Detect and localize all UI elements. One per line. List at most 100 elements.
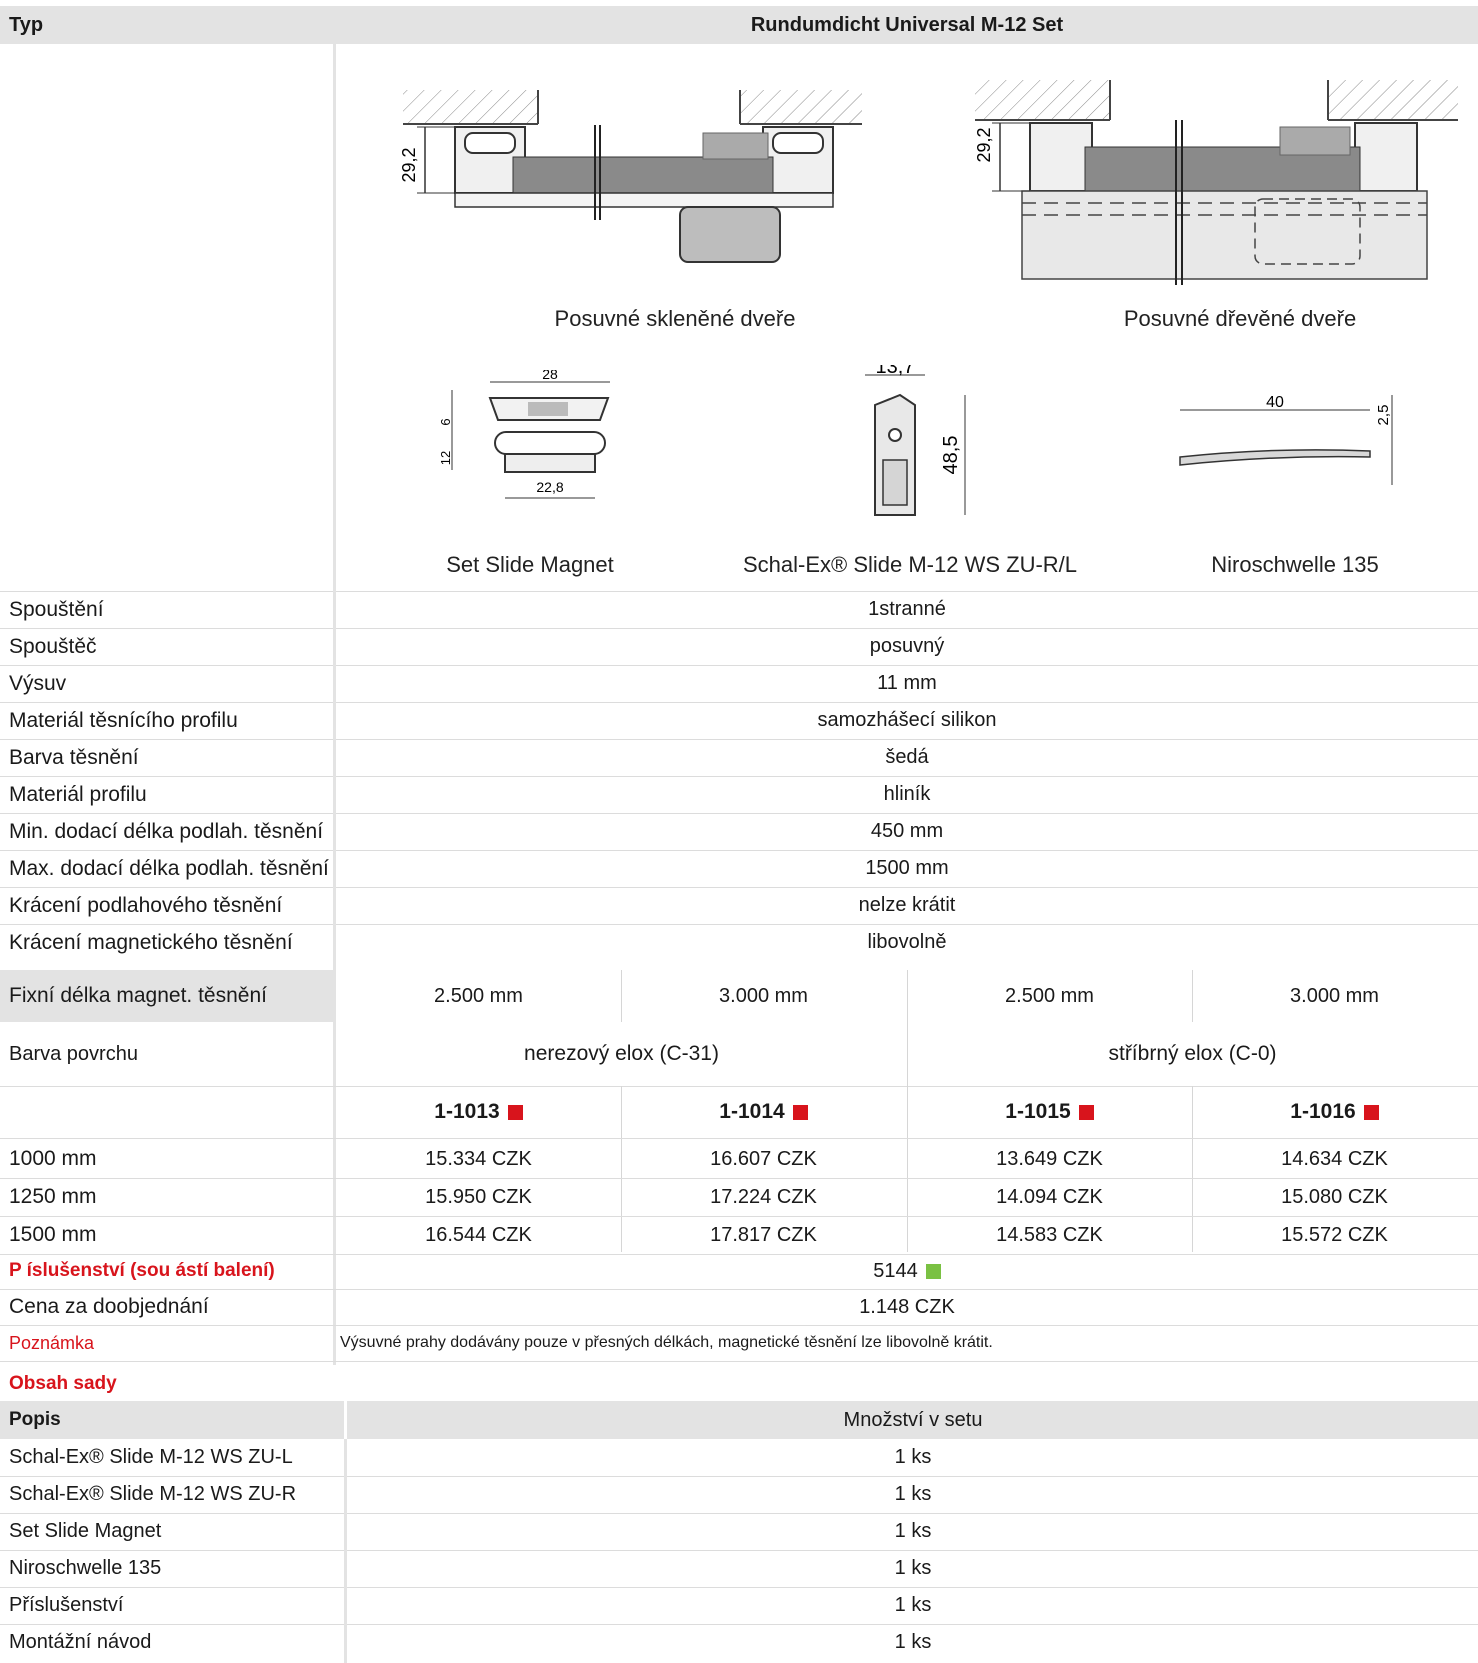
set-item-label: Příslušenství [9,1594,124,1616]
spec-label: Krácení magnetického těsnění [9,930,293,954]
spec-label: Krácení podlahového těsnění [9,893,283,917]
set-item-quantity: 1 ks [894,1631,932,1653]
note-label: Poznámka [9,1332,95,1353]
set-item-quantity: 1 ks [894,1446,932,1468]
caption-magnet: Set Slide Magnet [446,552,614,577]
set-item-label: Schal-Ex® Slide M-12 WS ZU-R [9,1483,297,1505]
dim-29-wood: 29,2 [974,127,994,162]
set-header-quantity: Množství v setu [843,1408,983,1431]
dim-28: 28 [542,370,558,382]
article-number-cell: 1-1016 [1192,1086,1477,1138]
red-square-icon [792,1104,808,1120]
price-value: 14.583 CZK [996,1223,1103,1246]
price-value: 13.649 CZK [996,1147,1103,1170]
accessory-number: 5144 [873,1259,918,1282]
red-square-icon [507,1104,523,1120]
article-number: 1-1014 [719,1100,785,1123]
price-length-label: 1500 mm [9,1223,97,1246]
spec-value: šedá [885,746,929,768]
price-value: 16.544 CZK [425,1223,532,1246]
column-divider [1192,970,1193,1022]
dim-13-7: 13,7 [876,365,915,378]
article-number: 1-1013 [434,1100,500,1123]
caption-niro: Niroschwelle 135 [1211,552,1379,577]
price-value: 15.950 CZK [425,1185,532,1208]
price-value: 16.607 CZK [710,1147,817,1170]
surface-label: Barva povrchu [9,1042,138,1065]
spec-value: libovolně [867,931,947,953]
set-column-separator [344,1401,347,1439]
spec-label: Materiál těsnícího profilu [9,708,238,732]
price-value: 14.634 CZK [1281,1147,1388,1170]
row-divider [0,1138,1478,1139]
spec-label: Materiál profilu [9,782,147,806]
price-value: 15.572 CZK [1281,1223,1388,1246]
set-header-description: Popis [9,1409,61,1430]
fixed-length-label: Fixní délka magnet. těsnění [0,970,333,1022]
spec-value: posuvný [869,635,945,657]
set-item-label: Schal-Ex® Slide M-12 WS ZU-L [9,1446,293,1468]
article-number-cell: 1-1014 [621,1086,906,1138]
red-square-icon [1078,1104,1094,1120]
dim-40: 40 [1266,394,1284,411]
caption-wood-door: Posuvné dřevěné dveře [1123,306,1357,331]
magnet-drawing: 28 6 12 22,8 [440,370,610,499]
schalex-drawing: 13,7 48,5 [865,365,966,516]
reorder-label: Cena za doobjednání [9,1295,209,1318]
reorder-value: 1.148 CZK [859,1295,955,1318]
dim-12: 12 [440,451,453,465]
price-value: 14.094 CZK [996,1185,1103,1208]
set-item-quantity: 1 ks [894,1594,932,1616]
spec-value: hliník [883,783,931,805]
dim-48-5: 48,5 [940,436,962,475]
spec-column-separator [333,591,336,970]
set-title: Obsah sady [9,1373,117,1394]
dim-29-glass: 29,2 [399,147,419,182]
article-number-cell: 1-1013 [336,1086,621,1138]
price-value: 17.224 CZK [710,1185,817,1208]
dim-6: 6 [440,418,453,425]
column-divider [907,970,908,1022]
spec-label: Výsuv [9,671,67,695]
price-value: 17.817 CZK [710,1223,817,1246]
header-product: Rundumdicht Universal M-12 Set [750,13,1064,36]
spec-label: Spouštění [9,597,104,621]
set-item-quantity: 1 ks [894,1557,932,1579]
column-divider [621,970,622,1022]
article-number: 1-1016 [1290,1100,1356,1123]
set-item-quantity: 1 ks [894,1483,932,1505]
set-item-label: Set Slide Magnet [9,1520,162,1542]
spec-label: Barva těsnění [9,745,139,769]
dim-2-5: 2,5 [1375,405,1392,426]
article-number-cell: 1-1015 [907,1086,1192,1138]
spec-label: Spouštěč [9,634,97,658]
column-separator [333,6,336,591]
spec-label: Min. dodací délka podlah. těsnění [9,819,324,843]
fixed-length-value: 3.000 mm [719,984,808,1007]
glass-door-drawing: 29,2 [399,90,862,263]
spec-value: nelze krátit [858,894,956,916]
spec-value: 1stranné [868,598,946,620]
spec-value: samozhášecí silikon [817,709,997,731]
spec-value: 1500 mm [865,857,949,879]
price-length-label: 1000 mm [9,1147,97,1170]
article-number: 1-1015 [1005,1100,1071,1123]
dim-22-8: 22,8 [536,479,563,495]
spec-value: 450 mm [870,820,944,842]
wood-door-drawing: 29,2 [974,80,1458,285]
price-value: 15.334 CZK [425,1147,532,1170]
caption-schalex: Schal-Ex® Slide M-12 WS ZU-R/L [742,552,1078,577]
note-value: Výsuvné prahy dodávány pouze v přesných … [340,1334,993,1351]
price-length-label: 1250 mm [9,1185,97,1208]
fixed-length-value: 2.500 mm [1005,984,1094,1007]
set-item-label: Niroschwelle 135 [9,1557,162,1579]
row-divider [0,1361,1478,1362]
surface-value-1: nerezový elox (C-31) [524,1042,719,1065]
red-square-icon [1363,1104,1379,1120]
spec-label: Max. dodací délka podlah. těsnění [9,856,329,880]
header-typ: Typ [9,13,44,36]
accessory-label: P íslušenství (sou ástí balení) [9,1260,275,1281]
set-item-label: Montážní návod [9,1631,152,1653]
set-column-separator [344,1439,347,1663]
fixed-length-value: 3.000 mm [1290,984,1379,1007]
